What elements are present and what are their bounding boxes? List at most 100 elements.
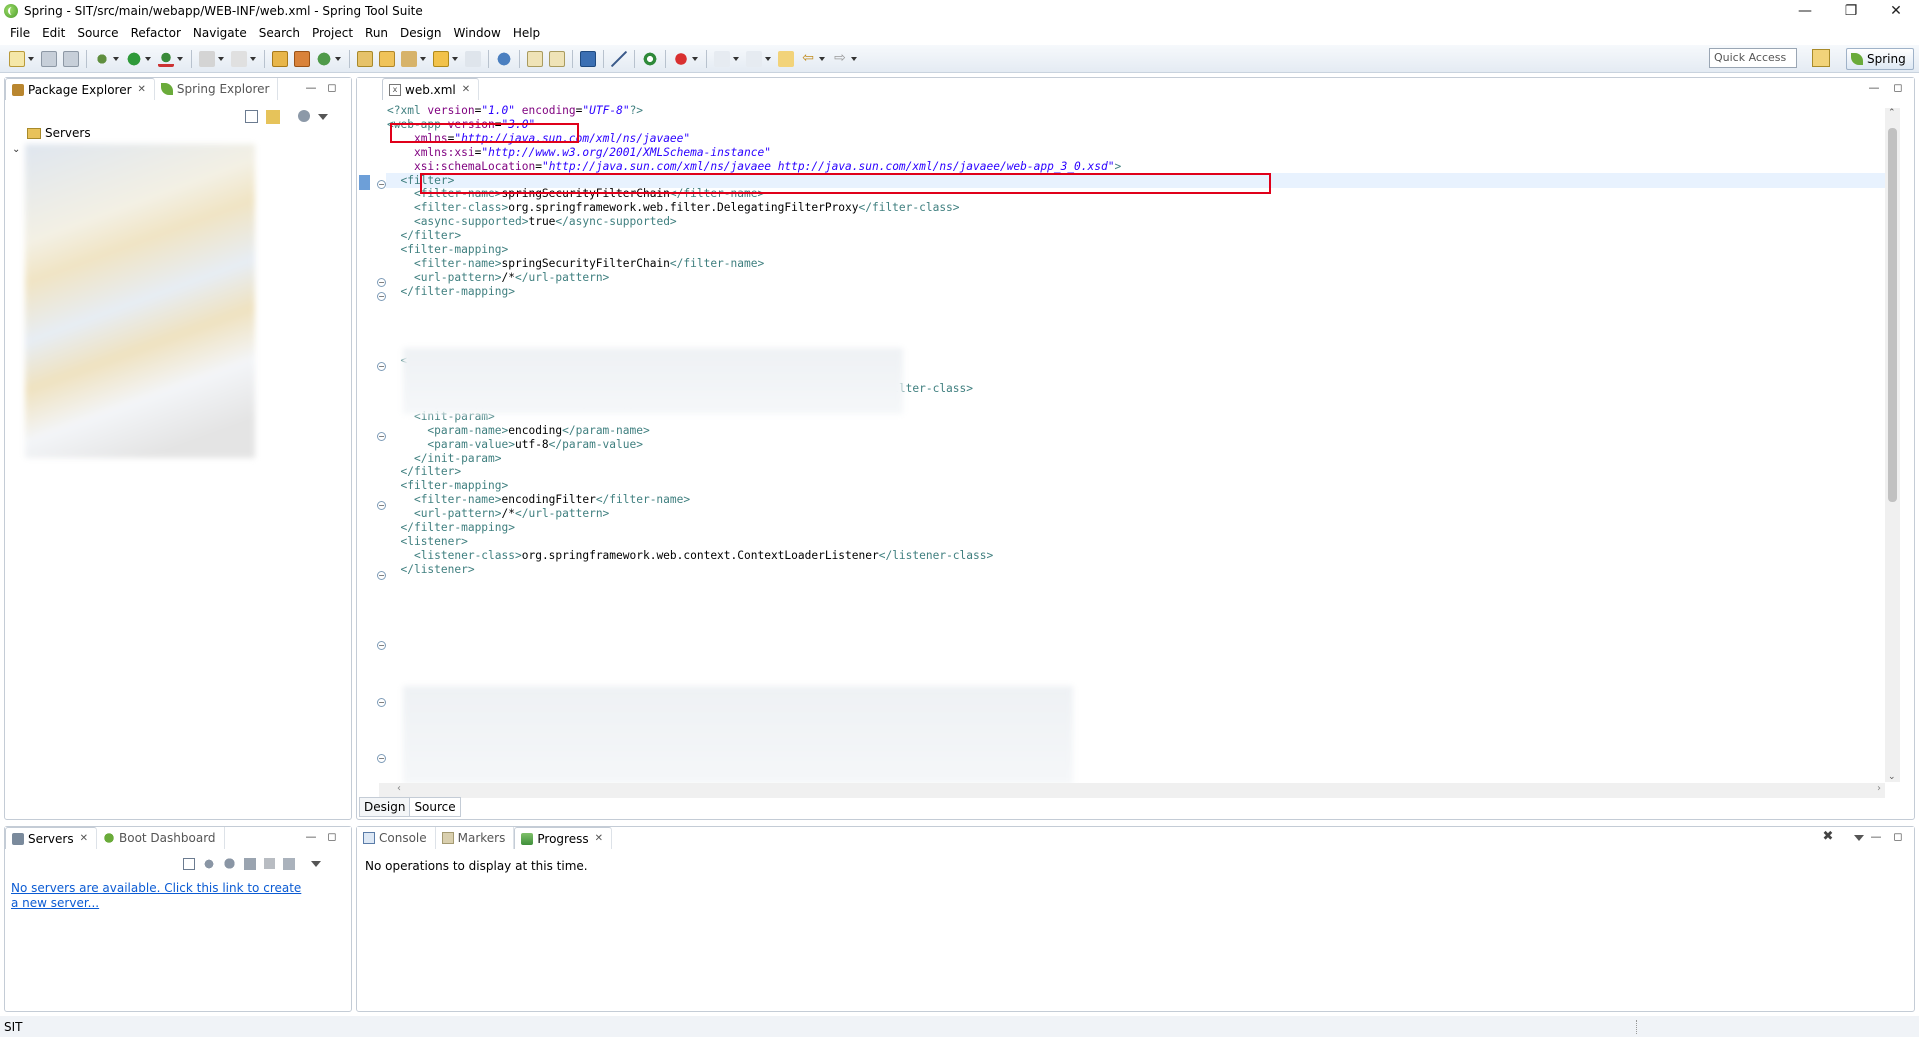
maximize-icon[interactable]: ◻ <box>325 831 339 845</box>
open-type-icon[interactable] <box>357 50 373 67</box>
tab-boot-dashboard[interactable]: Boot Dashboard <box>97 827 225 849</box>
menu-source[interactable]: Source <box>71 26 124 40</box>
fold-marker-icon[interactable]: − <box>377 362 386 371</box>
tab-web-xml[interactable]: x web.xml ✕ <box>382 78 480 100</box>
create-server-link[interactable]: No servers are available. Click this lin… <box>11 881 311 911</box>
open-perspective-icon[interactable] <box>1812 49 1830 67</box>
publish-icon[interactable] <box>283 857 295 870</box>
minimize-icon[interactable]: — <box>1867 82 1881 96</box>
run-dropdown-icon[interactable] <box>145 56 151 61</box>
profile-server-icon[interactable] <box>244 857 256 870</box>
minimize-icon[interactable]: — <box>304 82 318 96</box>
tab-package-explorer[interactable]: Package Explorer ✕ <box>5 78 155 100</box>
remove-finished-icon[interactable]: ✖ <box>1821 830 1835 845</box>
spring-perspective-button[interactable]: Spring <box>1846 48 1914 70</box>
tasks-icon[interactable] <box>527 50 543 67</box>
tool-icon[interactable] <box>231 50 247 67</box>
tool-dropdown-icon[interactable] <box>250 56 256 61</box>
new-class-dropdown-icon[interactable] <box>335 56 341 61</box>
tab-servers[interactable]: Servers ✕ <box>5 827 97 849</box>
editor-vertical-scrollbar[interactable]: ⌃ ⌄ <box>1885 108 1900 782</box>
relaunch-icon[interactable] <box>673 50 689 67</box>
tab-console[interactable]: Console <box>357 827 436 849</box>
tab-design[interactable]: Design <box>359 797 411 817</box>
save-icon[interactable] <box>41 50 57 67</box>
fold-marker-icon[interactable]: − <box>377 432 386 441</box>
pen-icon[interactable] <box>611 50 627 67</box>
scroll-left-icon[interactable]: ‹ <box>397 783 401 794</box>
maximize-icon[interactable]: ◻ <box>1891 82 1905 96</box>
debug-server-icon[interactable] <box>203 857 215 870</box>
next-annotation-icon[interactable] <box>714 50 730 67</box>
menu-help[interactable]: Help <box>507 26 546 40</box>
annotation-icon[interactable] <box>465 50 481 67</box>
menu-window[interactable]: Window <box>447 26 506 40</box>
scroll-up-icon[interactable]: ⌃ <box>1888 108 1896 118</box>
notes-icon[interactable] <box>549 50 565 67</box>
previous-annotation-icon[interactable] <box>746 50 762 67</box>
fold-marker-icon[interactable]: − <box>377 292 386 301</box>
back-icon[interactable]: ⇦ <box>800 51 816 67</box>
open-task-dropdown-icon[interactable] <box>452 56 458 61</box>
forward-icon[interactable]: ⇨ <box>832 51 848 67</box>
close-button[interactable]: ✕ <box>1873 0 1919 22</box>
external-tools-icon[interactable] <box>158 50 174 67</box>
tab-source[interactable]: Source <box>410 797 461 817</box>
previous-annotation-dropdown-icon[interactable] <box>765 56 771 61</box>
open-task-icon[interactable] <box>433 50 449 67</box>
fold-marker-icon[interactable]: − <box>377 278 386 287</box>
fold-marker-icon[interactable]: − <box>377 501 386 510</box>
tab-progress[interactable]: Progress ✕ <box>514 827 612 849</box>
stop-server-icon[interactable] <box>264 858 275 869</box>
link-with-editor-icon[interactable] <box>266 110 280 124</box>
new-package-icon[interactable] <box>294 50 310 67</box>
new-class-icon[interactable] <box>316 50 332 67</box>
menu-project[interactable]: Project <box>306 26 359 40</box>
menu-design[interactable]: Design <box>394 26 447 40</box>
fold-marker-icon[interactable]: − <box>377 641 386 650</box>
close-icon[interactable]: ✕ <box>80 833 88 844</box>
code-editor[interactable]: <?xml version="1.0" encoding="UTF-8"?> <w… <box>387 104 1884 783</box>
fold-marker-icon[interactable]: − <box>377 571 386 580</box>
next-annotation-dropdown-icon[interactable] <box>733 56 739 61</box>
collapse-all-icon[interactable] <box>245 110 258 123</box>
monitor-icon[interactable] <box>580 50 596 67</box>
close-icon[interactable]: ✕ <box>138 84 146 95</box>
tree-item-servers[interactable]: Servers <box>27 126 91 140</box>
menu-file[interactable]: File <box>4 26 36 40</box>
menu-search[interactable]: Search <box>253 26 306 40</box>
menu-navigate[interactable]: Navigate <box>187 26 253 40</box>
maximize-icon[interactable]: ◻ <box>1891 831 1905 845</box>
view-menu-icon[interactable] <box>1854 835 1864 841</box>
filter-icon[interactable] <box>298 110 310 122</box>
forward-dropdown-icon[interactable] <box>851 56 857 61</box>
quick-access-input[interactable]: Quick Access <box>1709 48 1797 68</box>
globe-icon[interactable] <box>496 50 512 67</box>
debug-dropdown-icon[interactable] <box>113 56 119 61</box>
fold-marker-icon[interactable]: − <box>377 754 386 763</box>
maximize-icon[interactable]: ◻ <box>325 82 339 96</box>
save-all-icon[interactable] <box>63 50 79 67</box>
start-server-icon[interactable] <box>223 857 236 870</box>
scroll-right-icon[interactable]: › <box>1877 783 1881 794</box>
minimize-icon[interactable]: — <box>304 831 318 845</box>
stop-dropdown-icon[interactable] <box>218 56 224 61</box>
editor-horizontal-scrollbar[interactable]: ‹ › <box>379 783 1885 798</box>
scrollbar-thumb[interactable] <box>1888 128 1897 502</box>
search-dropdown-icon[interactable] <box>420 56 426 61</box>
scroll-down-icon[interactable]: ⌄ <box>1888 772 1896 782</box>
last-edit-icon[interactable] <box>778 50 794 67</box>
view-menu-icon[interactable] <box>311 860 321 867</box>
minimize-button[interactable]: — <box>1782 0 1828 22</box>
spring-boot-icon[interactable] <box>642 50 658 67</box>
back-dropdown-icon[interactable] <box>819 56 825 61</box>
collapse-icon[interactable] <box>183 857 195 870</box>
minimize-icon[interactable]: — <box>1869 831 1883 845</box>
menu-run[interactable]: Run <box>359 26 394 40</box>
maximize-button[interactable]: ❐ <box>1828 0 1874 22</box>
menu-refactor[interactable]: Refactor <box>125 26 187 40</box>
new-dropdown-icon[interactable] <box>28 56 34 61</box>
new-java-project-icon[interactable] <box>272 50 288 67</box>
run-icon[interactable] <box>126 50 142 67</box>
search-tool-icon[interactable] <box>401 50 417 67</box>
